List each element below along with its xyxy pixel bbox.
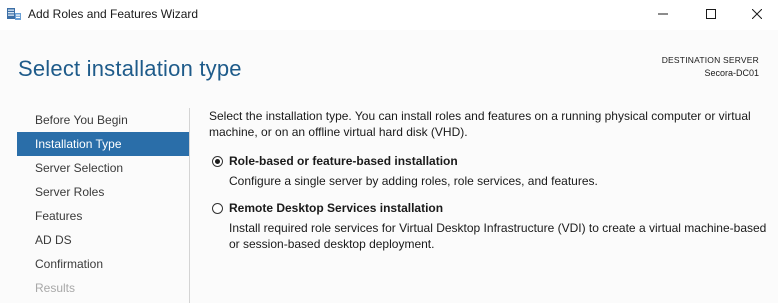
nav-item-server-selection[interactable]: Server Selection [17,156,189,180]
option-role-based[interactable]: Role-based or feature-based installation… [209,154,769,189]
close-icon [751,6,763,24]
option-title[interactable]: Role-based or feature-based installation [229,154,769,168]
nav-item-server-roles[interactable]: Server Roles [17,180,189,204]
destination-server-name: Secora-DC01 [704,68,759,78]
wizard-content: Select installation type DESTINATION SER… [0,30,778,303]
close-button[interactable] [734,0,778,30]
nav-item-ad-ds[interactable]: AD DS [17,228,189,252]
window-title: Add Roles and Features Wizard [28,7,199,21]
title-bar: Add Roles and Features Wizard [0,0,778,30]
option-remote-desktop[interactable]: Remote Desktop Services installation Ins… [209,201,769,252]
minimize-icon [658,6,668,24]
maximize-button[interactable] [688,0,734,30]
intro-text: Select the installation type. You can in… [209,109,751,139]
nav-item-installation-type[interactable]: Installation Type [17,132,189,156]
option-description: Install required role services for Virtu… [229,221,767,251]
radio-remote-desktop[interactable] [212,203,223,214]
option-description: Configure a single server by adding role… [229,174,598,188]
destination-server-label: DESTINATION SERVER [661,55,759,65]
server-manager-icon [6,6,22,22]
nav-item-features[interactable]: Features [17,204,189,228]
radio-role-based[interactable] [212,156,223,167]
page-title: Select installation type [18,56,242,81]
maximize-icon [706,6,716,24]
nav-item-before-you-begin[interactable]: Before You Begin [17,108,189,132]
wizard-nav: Before You Begin Installation Type Serve… [17,108,189,300]
nav-item-confirmation[interactable]: Confirmation [17,252,189,276]
nav-divider [189,108,190,303]
main-panel: Select the installation type. You can in… [209,108,769,252]
option-title[interactable]: Remote Desktop Services installation [229,201,769,215]
nav-item-results: Results [35,281,76,295]
minimize-button[interactable] [640,0,686,30]
